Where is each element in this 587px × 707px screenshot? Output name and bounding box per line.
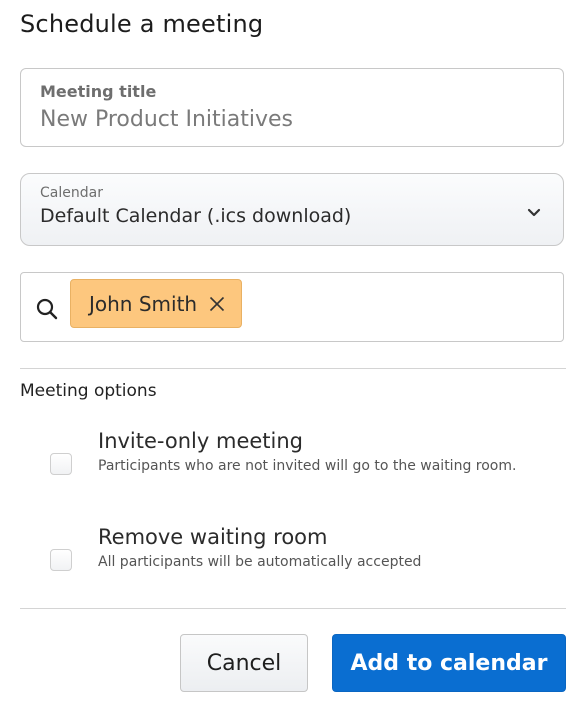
dialog-title: Schedule a meeting (20, 10, 264, 38)
option-title: Remove waiting room (98, 525, 328, 549)
search-icon (36, 298, 58, 320)
chevron-down-icon (527, 208, 541, 217)
divider (20, 368, 566, 369)
attendee-chip-name: John Smith (89, 291, 198, 316)
attendee-chip: John Smith (70, 279, 243, 328)
invite-only-checkbox[interactable] (50, 453, 72, 475)
divider (20, 608, 566, 609)
calendar-label: Calendar (40, 185, 103, 201)
meeting-options-heading: Meeting options (20, 381, 157, 401)
option-description: Participants who are not invited will go… (98, 458, 517, 474)
calendar-selected-value: Default Calendar (.ics download) (40, 205, 352, 227)
meeting-title-input[interactable] (40, 107, 540, 132)
attendees-field[interactable]: John Smith (20, 272, 564, 342)
option-description: All participants will be automatically a… (98, 554, 422, 570)
remove-waiting-room-checkbox[interactable] (50, 549, 72, 571)
calendar-select[interactable]: Calendar Default Calendar (.ics download… (20, 173, 564, 246)
close-icon[interactable] (209, 296, 225, 312)
cancel-button[interactable]: Cancel (180, 634, 308, 692)
add-to-calendar-button[interactable]: Add to calendar (332, 634, 566, 692)
meeting-title-field[interactable]: Meeting title (20, 68, 564, 147)
option-title: Invite-only meeting (98, 429, 303, 453)
meeting-title-label: Meeting title (40, 82, 157, 101)
